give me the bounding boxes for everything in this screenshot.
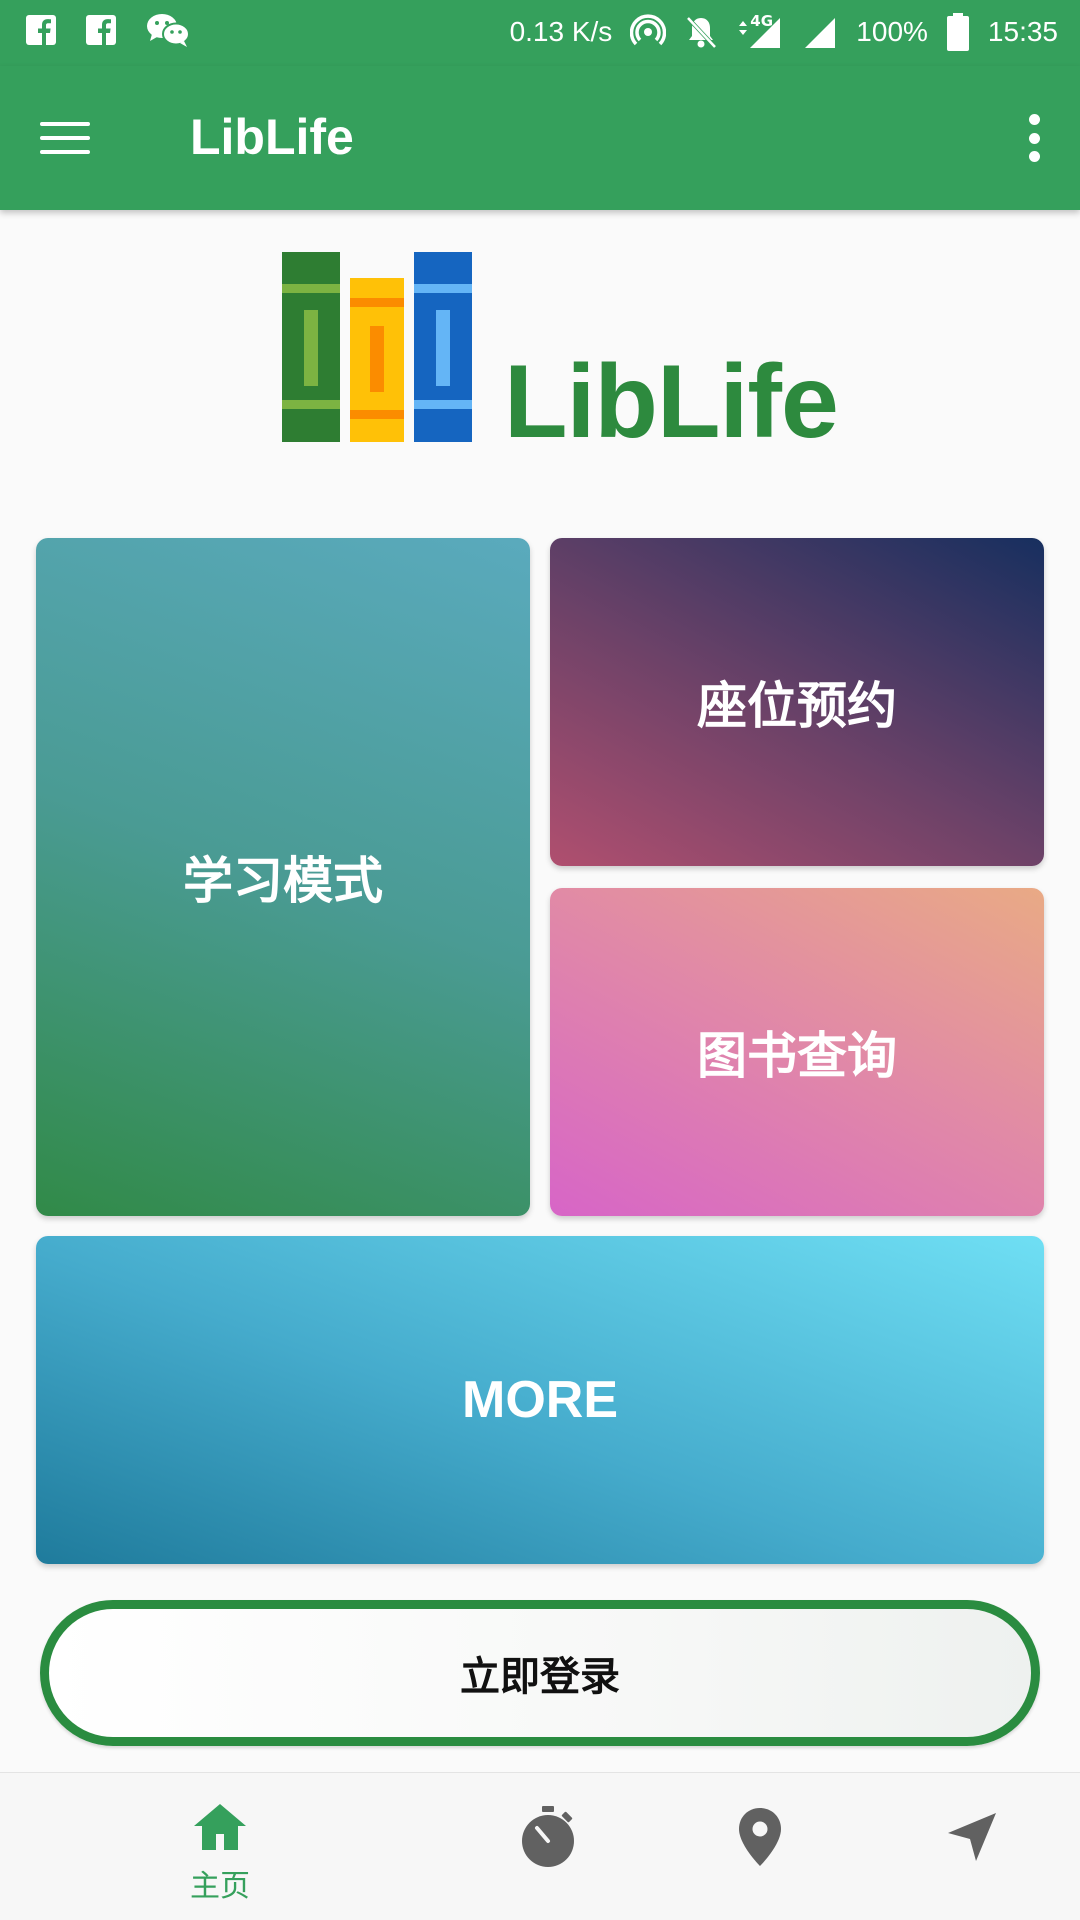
facebook-icon — [26, 15, 56, 45]
menu-icon — [40, 122, 90, 126]
book-search-label: 图书查询 — [697, 1027, 897, 1085]
notifications-off-icon — [684, 14, 718, 50]
mobile-signal-icon: 4G — [736, 12, 784, 50]
login-button[interactable]: 立即登录 — [40, 1600, 1040, 1746]
home-icon — [190, 1797, 250, 1857]
hotspot-icon — [630, 14, 667, 50]
network-speed: 0.13 K/s — [509, 16, 613, 47]
seat-reservation-label: 座位预约 — [697, 677, 897, 735]
more-vert-icon — [1028, 114, 1040, 125]
books-logo-icon — [282, 252, 474, 444]
nav-timer[interactable] — [488, 1773, 608, 1920]
app-bar: LibLife — [0, 66, 1080, 210]
study-mode-tile[interactable]: 学习模式 — [36, 538, 530, 1216]
menu-button[interactable] — [40, 112, 92, 164]
nav-navigation[interactable] — [912, 1773, 1032, 1920]
nav-home[interactable]: 主页 — [160, 1773, 280, 1920]
nav-location[interactable] — [700, 1773, 820, 1920]
more-tile[interactable]: MORE — [36, 1236, 1044, 1564]
stopwatch-icon — [518, 1806, 578, 1867]
screen: 0.13 K/s 4G 100% 15:35 LibLife LibLife 学… — [0, 0, 1080, 1920]
nav-home-label: 主页 — [190, 1869, 250, 1904]
status-bar: 0.13 K/s 4G 100% 15:35 — [0, 0, 1080, 66]
seat-reservation-tile[interactable]: 座位预约 — [550, 538, 1044, 866]
bottom-navigation: 主页 — [0, 1772, 1080, 1920]
battery-icon — [946, 13, 970, 51]
wifi-signal-icon — [802, 14, 838, 50]
notification-icons — [26, 12, 190, 48]
navigation-icon — [942, 1807, 1002, 1867]
wechat-icon — [146, 12, 190, 48]
study-mode-label: 学习模式 — [183, 852, 383, 910]
more-label: MORE — [462, 1371, 618, 1429]
app-title: LibLife — [190, 109, 354, 165]
clock: 15:35 — [987, 16, 1058, 47]
network-type-label: 4G — [750, 12, 774, 30]
more-options-button[interactable] — [1024, 114, 1044, 162]
login-label: 立即登录 — [460, 1654, 620, 1700]
battery-percent: 100% — [856, 16, 928, 47]
book-search-tile[interactable]: 图书查询 — [550, 888, 1044, 1216]
system-status: 0.13 K/s 4G 100% 15:35 — [510, 10, 1058, 54]
location-pin-icon — [730, 1807, 790, 1867]
logo-wordmark: LibLife — [504, 344, 839, 460]
facebook-icon — [86, 15, 116, 45]
